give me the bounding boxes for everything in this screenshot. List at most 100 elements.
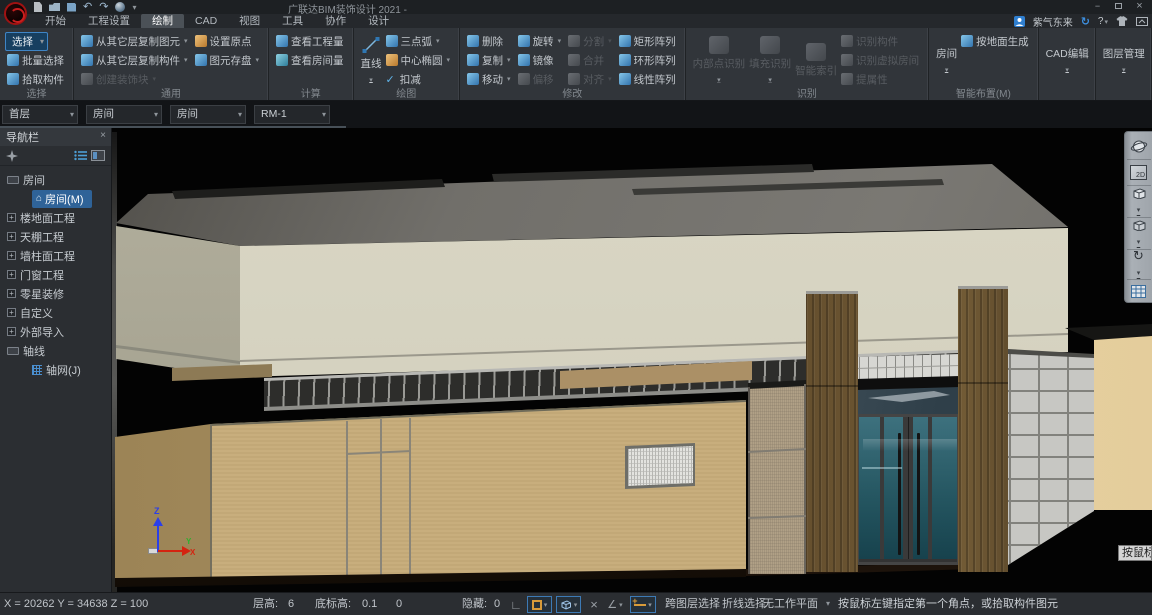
tab-tools[interactable]: 工具 — [271, 14, 314, 28]
tab-start[interactable]: 开始 — [34, 14, 77, 28]
grid-snap-toggle[interactable] — [527, 596, 552, 613]
layer-manage-button[interactable]: 图层管理 — [1101, 32, 1147, 88]
panel-close-icon[interactable] — [100, 130, 106, 141]
recognize-component-button[interactable]: 识别构件 — [839, 32, 921, 50]
ribbon-group-layer-manage: 图层管理 — [1096, 28, 1152, 100]
rect-array-button[interactable]: 矩形阵列 — [617, 32, 678, 50]
set-origin-button[interactable]: 设置原点 — [193, 32, 262, 50]
orbit-button[interactable] — [1127, 134, 1151, 160]
floor-select[interactable]: 首层 — [2, 105, 78, 124]
mirror-button[interactable]: 镜像 — [516, 51, 564, 69]
open-file-icon[interactable] — [49, 3, 60, 11]
tree-item-grid-j[interactable]: 轴网(J) — [0, 360, 111, 379]
merge-button[interactable]: 合并 — [566, 51, 614, 69]
expand-icon[interactable] — [7, 213, 16, 222]
panel-view-icon[interactable] — [91, 150, 105, 161]
ribbon-group-general: 从其它层复制图元 从其它层复制构件 创建装饰块 设置原点 图元存盘 通用 — [74, 28, 269, 100]
type-select[interactable]: 房间 — [170, 105, 246, 124]
close-button[interactable] — [1129, 0, 1150, 13]
line-button[interactable]: 直线 — [359, 32, 384, 88]
smart-index-button[interactable]: 智能索引 — [793, 32, 839, 88]
category-select[interactable]: 房间 — [86, 105, 162, 124]
rotate-view-button[interactable] — [1127, 250, 1151, 280]
maximize-button[interactable] — [1108, 0, 1129, 13]
select-button[interactable]: 选择 — [5, 32, 48, 51]
rotate-button[interactable]: 旋转 — [516, 32, 564, 50]
polar-array-button[interactable]: 环形阵列 — [617, 51, 678, 69]
split-button[interactable]: 分割 — [566, 32, 614, 50]
element-name-select[interactable]: RM-1 — [254, 105, 330, 124]
tab-project-settings[interactable]: 工程设置 — [77, 14, 141, 28]
floor-height-label: 层高: — [253, 593, 278, 615]
navigation-panel: 导航栏 房间 房间(M) 楼地面工程 天棚工程 墙柱面工程 门窗工程 零星装修 … — [0, 128, 112, 592]
tree-item-room[interactable]: 房间 — [0, 170, 111, 189]
schedule-button[interactable] — [1127, 280, 1151, 302]
user-avatar[interactable] — [1014, 16, 1025, 27]
inner-point-recognize-button[interactable]: 内部点识别 — [691, 32, 748, 88]
glodon-logo-icon[interactable] — [4, 2, 27, 25]
copy-elements-from-layer-button[interactable]: 从其它层复制图元 — [79, 32, 190, 50]
expand-icon[interactable] — [7, 251, 16, 260]
tree-item-floor-works[interactable]: 楼地面工程 — [0, 208, 111, 227]
cross-layer-select-button[interactable]: 跨图层选择 — [665, 593, 720, 615]
snap-off-toggle[interactable] — [586, 596, 602, 613]
create-block-icon — [81, 73, 93, 85]
extension-line-toggle[interactable] — [630, 596, 656, 613]
tree-item-misc-decoration[interactable]: 零星装修 — [0, 284, 111, 303]
help-button[interactable]: ? — [1098, 16, 1108, 27]
batch-select-button[interactable]: 批量选择 — [5, 51, 66, 69]
generate-by-floor-button[interactable]: 按地面生成 — [959, 32, 1031, 50]
copy-button[interactable]: 复制 — [465, 51, 513, 69]
view-quantities-button[interactable]: 查看工程量 — [274, 32, 346, 50]
tree-item-room-m[interactable]: 房间(M) — [32, 190, 92, 208]
expand-icon[interactable] — [7, 327, 16, 336]
center-ellipse-button[interactable]: 中心椭圆 — [384, 51, 453, 69]
view-room-quantities-button[interactable]: 查看房间量 — [274, 51, 346, 69]
delete-button[interactable]: 删除 — [465, 32, 513, 50]
work-plane-select[interactable]: 无工作平面 — [758, 596, 832, 613]
cad-edit-button[interactable]: CAD编辑 — [1044, 32, 1091, 88]
redo-icon[interactable] — [99, 2, 108, 12]
tree-item-external-import[interactable]: 外部导入 — [0, 322, 111, 341]
room-button[interactable]: 房间 — [934, 32, 959, 88]
theme-shirt-icon[interactable] — [1116, 16, 1128, 26]
tab-collaborate[interactable]: 协作 — [314, 14, 357, 28]
customize-toolbar-icon[interactable] — [132, 3, 136, 12]
tab-draw[interactable]: 绘制 — [141, 14, 184, 28]
minimize-button[interactable] — [1087, 0, 1108, 13]
tree-item-ceiling-works[interactable]: 天棚工程 — [0, 227, 111, 246]
locate-icon[interactable] — [6, 150, 18, 162]
save-icon[interactable] — [67, 3, 76, 12]
fill-recognize-button[interactable]: 填充识别 — [747, 32, 793, 88]
view-style-button[interactable] — [1127, 218, 1151, 250]
feedback-icon[interactable] — [1136, 17, 1148, 26]
tab-view[interactable]: 视图 — [228, 14, 271, 28]
model-viewport[interactable]: Z X Y 按鼠标 2D — [112, 128, 1152, 592]
expand-icon[interactable] — [7, 232, 16, 241]
list-view-icon[interactable] — [74, 150, 87, 161]
new-file-icon[interactable] — [34, 2, 42, 12]
workspace-icon[interactable] — [115, 2, 125, 12]
sync-icon[interactable] — [1081, 15, 1090, 28]
expand-icon[interactable] — [7, 308, 16, 317]
save-element-button[interactable]: 图元存盘 — [193, 51, 262, 69]
username[interactable]: 紫气东来 — [1033, 14, 1073, 29]
tree-item-custom[interactable]: 自定义 — [0, 303, 111, 322]
tree-item-wall-column-works[interactable]: 墙柱面工程 — [0, 246, 111, 265]
ortho-angle-toggle[interactable] — [508, 596, 524, 613]
expand-icon[interactable] — [7, 289, 16, 298]
copy-components-from-layer-button[interactable]: 从其它层复制构件 — [79, 51, 190, 69]
undo-icon[interactable] — [83, 2, 92, 12]
tree-item-axis[interactable]: 轴线 — [0, 341, 111, 360]
three-point-arc-button[interactable]: 三点弧 — [384, 32, 453, 50]
object-snap-3d-toggle[interactable] — [556, 596, 581, 613]
polar-tracking-toggle[interactable] — [604, 596, 626, 613]
tab-cad[interactable]: CAD — [184, 14, 228, 28]
table-icon — [1131, 285, 1146, 298]
tree-item-door-window-works[interactable]: 门窗工程 — [0, 265, 111, 284]
expand-icon[interactable] — [7, 270, 16, 279]
2d-view-button[interactable]: 2D — [1127, 160, 1151, 186]
view-cube-button[interactable] — [1127, 186, 1151, 218]
recognize-virtual-room-button[interactable]: 识别虚拟房间 — [839, 51, 921, 69]
tab-design[interactable]: 设计 — [357, 14, 400, 28]
